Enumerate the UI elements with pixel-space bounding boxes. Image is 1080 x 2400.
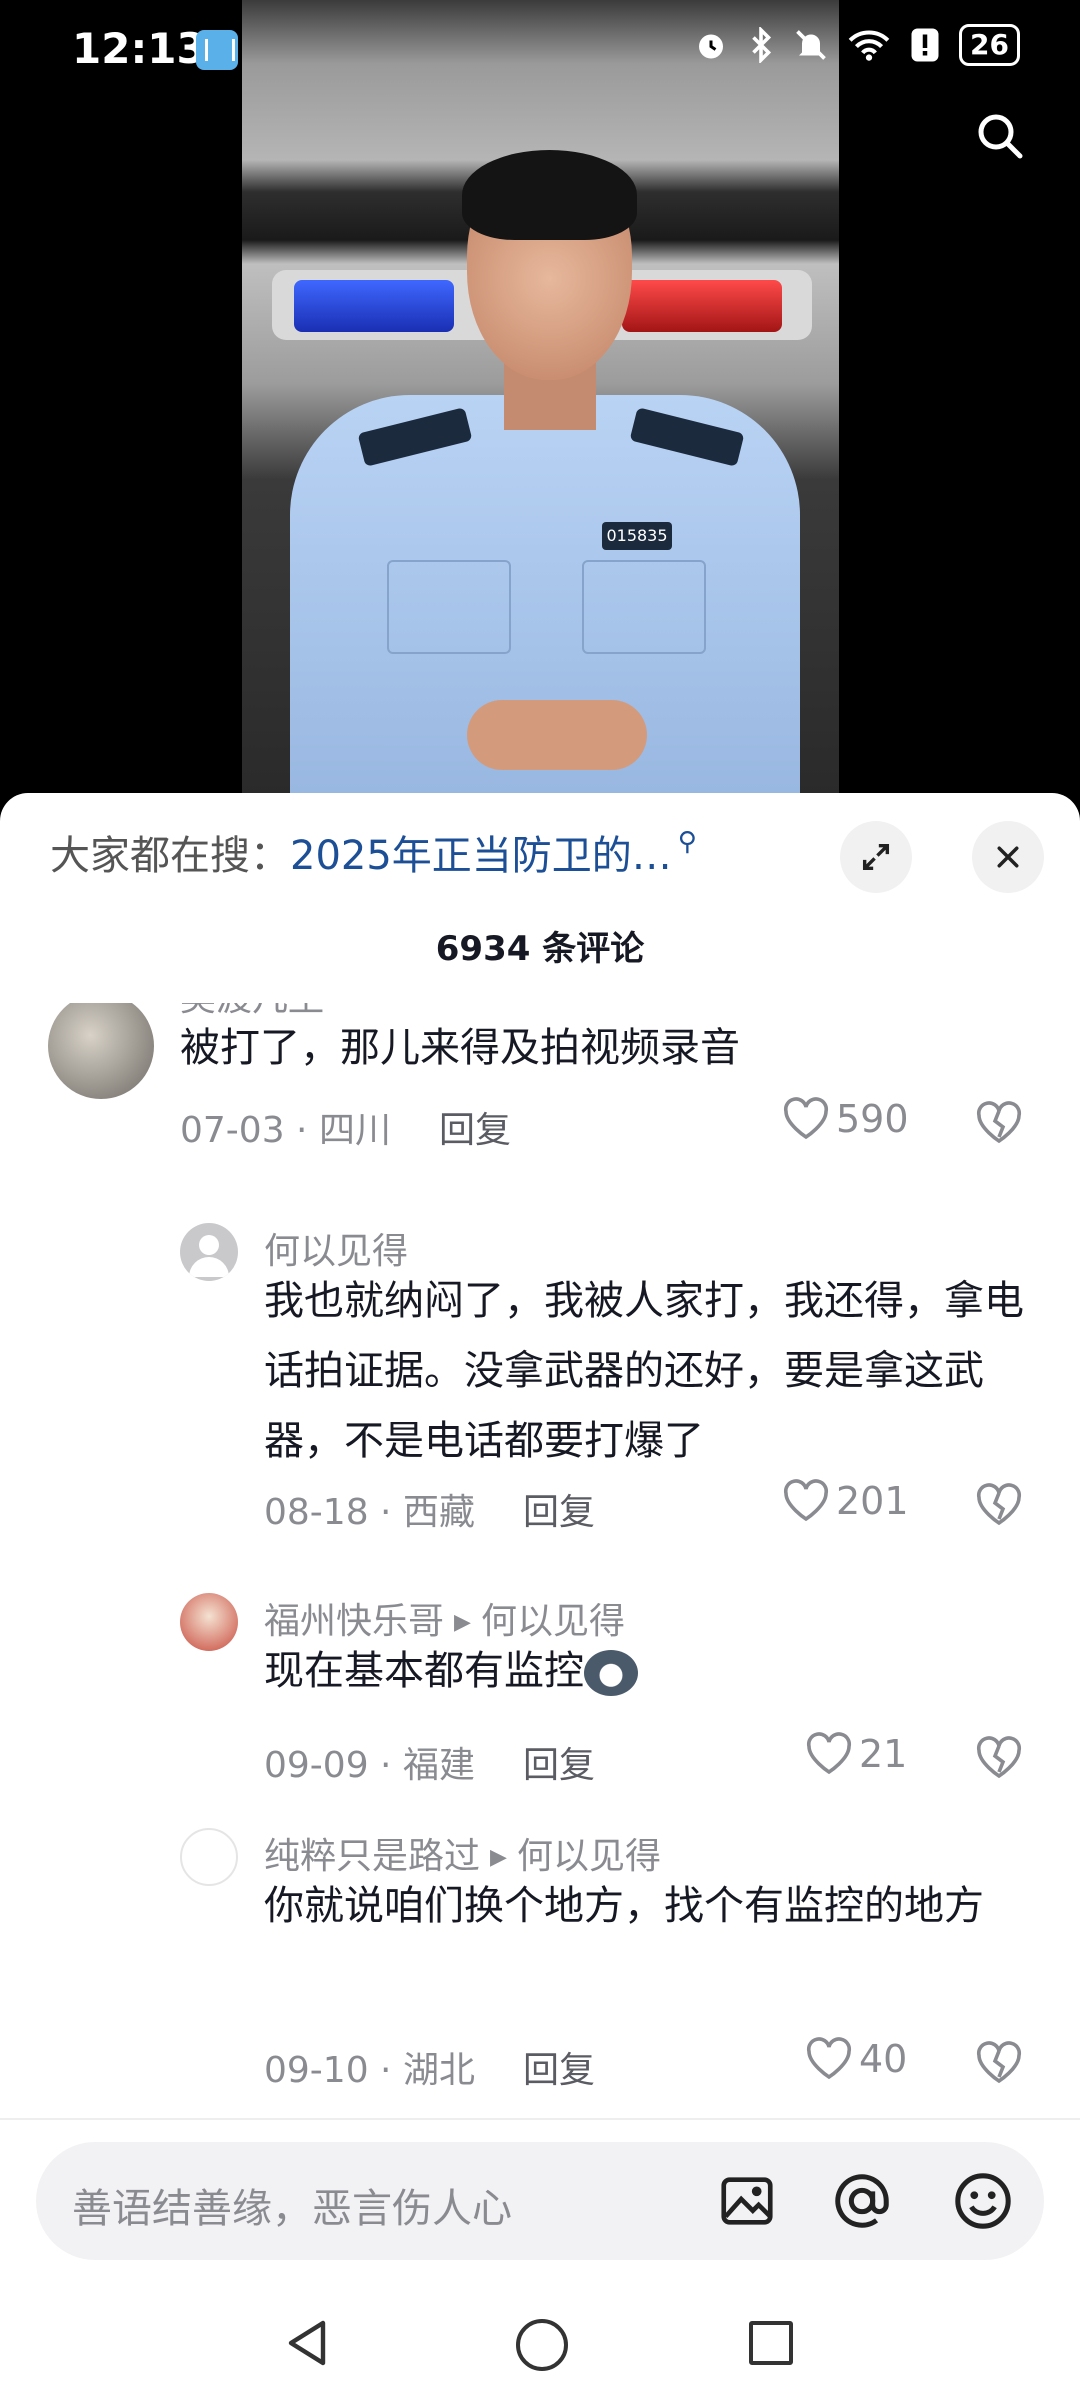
pocket-left bbox=[387, 560, 511, 654]
red-light bbox=[622, 280, 782, 332]
comment-date: 08-18 bbox=[264, 1492, 369, 1533]
video-player[interactable]: 015835 12:13 26 bbox=[0, 0, 1080, 800]
hot-search-prefix: 大家都在搜： bbox=[50, 833, 290, 879]
heart-icon bbox=[783, 1097, 829, 1140]
comment-count: 6934 条评论 bbox=[435, 929, 645, 969]
like-count: 40 bbox=[859, 2037, 908, 2081]
status-time: 12:13 bbox=[72, 24, 206, 73]
heart-icon bbox=[783, 1479, 829, 1522]
like-count: 201 bbox=[836, 1479, 909, 1523]
recents-icon[interactable] bbox=[749, 2321, 793, 2365]
reply-button[interactable]: 回复 bbox=[523, 2050, 595, 2091]
search-icon: ⚲ bbox=[677, 827, 697, 857]
badge-number: 015835 bbox=[602, 522, 672, 550]
comment-meta: 07-03 · 四川 回复 bbox=[180, 1110, 511, 1151]
comment-list[interactable]: 吴渡凡尘 被打了，那儿来得及拍视频录音 07-03 · 四川回复 590 何以见… bbox=[0, 1003, 1080, 2123]
dislike-icon[interactable] bbox=[975, 2041, 1023, 2085]
at-icon[interactable] bbox=[831, 2170, 893, 2232]
comment-text-line: 现在基本都有监控 bbox=[264, 1636, 1044, 1706]
expand-icon bbox=[862, 843, 890, 871]
like-button[interactable]: 590 bbox=[782, 1097, 909, 1141]
reply-button[interactable]: 回复 bbox=[523, 1492, 595, 1533]
alarm-icon bbox=[699, 34, 724, 59]
dislike-icon[interactable] bbox=[975, 1736, 1023, 1780]
comment-date: 09-09 bbox=[264, 1745, 369, 1786]
like-button[interactable]: 40 bbox=[805, 2037, 907, 2081]
emoji-icon[interactable] bbox=[952, 2170, 1014, 2232]
wolf-emoji-icon bbox=[584, 1650, 638, 1696]
reply-arrow-icon: ▶ bbox=[490, 1845, 507, 1870]
comment-text: 我也就纳闷了，我被人家打，我还得，拿电话拍证据。没拿武器的还好，要是拿这武器，不… bbox=[264, 1278, 1024, 1464]
officer-hands bbox=[467, 700, 647, 770]
like-count: 590 bbox=[836, 1097, 909, 1141]
wifi-icon bbox=[848, 30, 890, 61]
alert-icon bbox=[911, 28, 939, 62]
home-icon[interactable] bbox=[516, 2319, 568, 2371]
comment-text: 你就说咱们换个地方，找个有监控的地方 bbox=[264, 1883, 984, 1929]
status-bar: 12:13 26 bbox=[0, 0, 1080, 100]
comment-input[interactable]: 善语结善缘，恶言伤人心 bbox=[36, 2142, 1044, 2260]
status-icons: 26 bbox=[693, 24, 1020, 66]
mute-icon bbox=[796, 30, 826, 60]
image-icon[interactable] bbox=[716, 2170, 778, 2232]
heart-icon bbox=[806, 1732, 852, 1775]
avatar[interactable] bbox=[180, 1223, 238, 1281]
close-icon bbox=[997, 846, 1019, 868]
comment-sheet: 大家都在搜： 2025年正当防卫的… ⚲ 6934 条评论 吴渡凡尘 被打了，那… bbox=[0, 793, 1080, 2400]
comment-meta: 08-18 · 西藏 回复 bbox=[264, 1492, 595, 1533]
comment-input-placeholder: 善语结善缘，恶言伤人心 bbox=[72, 2186, 512, 2232]
dislike-icon[interactable] bbox=[975, 1101, 1023, 1145]
book-icon bbox=[196, 30, 238, 70]
officer-hair bbox=[462, 150, 637, 240]
comment-text: 被打了，那儿来得及拍视频录音 bbox=[180, 1025, 740, 1071]
avatar[interactable] bbox=[180, 1593, 238, 1651]
hot-search-link[interactable]: 大家都在搜： 2025年正当防卫的… ⚲ bbox=[50, 823, 697, 881]
avatar[interactable] bbox=[48, 1003, 154, 1099]
back-icon[interactable] bbox=[285, 2319, 329, 2367]
expand-button[interactable] bbox=[840, 821, 912, 893]
like-button[interactable]: 21 bbox=[805, 1732, 907, 1776]
like-button[interactable]: 201 bbox=[782, 1479, 909, 1523]
default-avatar-icon bbox=[189, 1235, 229, 1277]
comment-location: 西藏 bbox=[402, 1492, 475, 1533]
video-frame: 015835 bbox=[242, 0, 839, 800]
reply-arrow-icon: ▶ bbox=[454, 1610, 471, 1635]
battery-indicator: 26 bbox=[959, 24, 1020, 66]
blue-light bbox=[294, 280, 454, 332]
comment-input-area: 善语结善缘，恶言伤人心 bbox=[0, 2118, 1080, 2400]
comment-location: 湖北 bbox=[402, 2050, 475, 2091]
reply-button[interactable]: 回复 bbox=[523, 1745, 595, 1786]
system-nav-bar bbox=[0, 2295, 1080, 2395]
like-count: 21 bbox=[859, 1732, 908, 1776]
comment-location: 福建 bbox=[402, 1745, 475, 1786]
close-button[interactable] bbox=[972, 821, 1044, 893]
comment-meta: 09-09 · 福建 回复 bbox=[264, 1745, 595, 1786]
dislike-icon[interactable] bbox=[975, 1483, 1023, 1527]
avatar[interactable] bbox=[180, 1828, 238, 1886]
comment-text: 现在基本都有监控 bbox=[264, 1648, 584, 1694]
reply-button[interactable]: 回复 bbox=[439, 1110, 511, 1151]
heart-icon bbox=[806, 2037, 852, 2080]
comment-meta: 09-10 · 湖北 回复 bbox=[264, 2050, 595, 2091]
comment-location: 四川 bbox=[318, 1110, 391, 1151]
pocket-right bbox=[582, 560, 706, 654]
search-icon[interactable] bbox=[976, 112, 1024, 160]
comment-date: 09-10 bbox=[264, 2050, 369, 2091]
hot-search-query[interactable]: 2025年正当防卫的… bbox=[290, 823, 672, 881]
bluetooth-icon bbox=[752, 27, 772, 63]
comment-date: 07-03 bbox=[180, 1110, 285, 1151]
